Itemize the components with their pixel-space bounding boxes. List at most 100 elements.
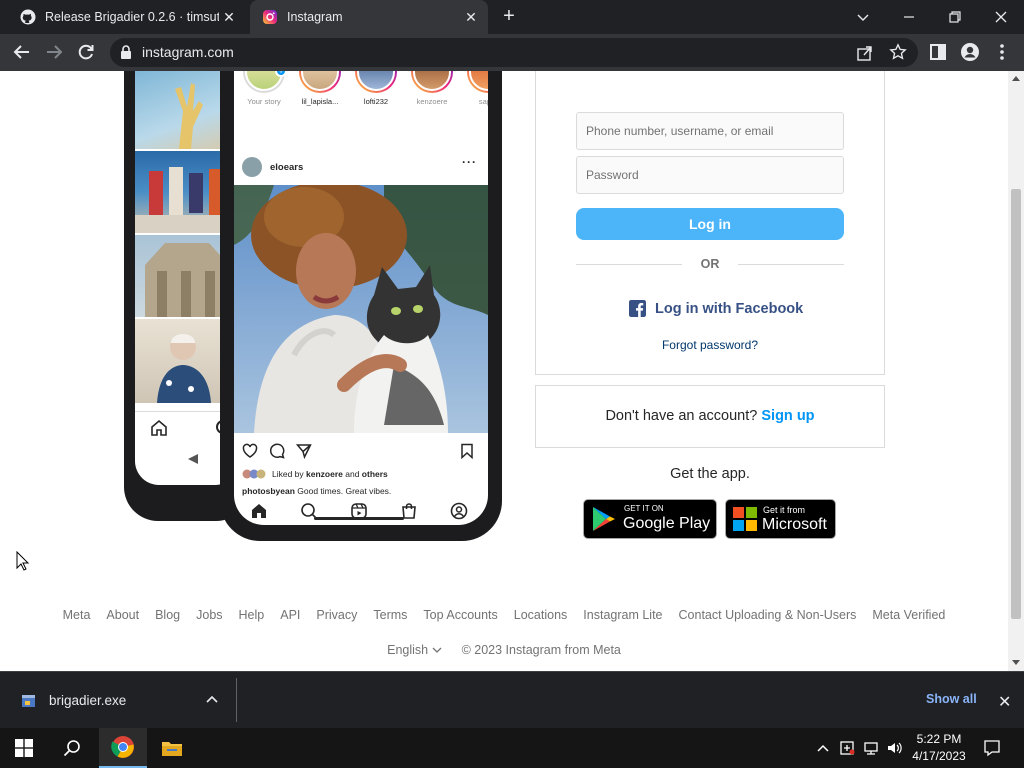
download-shelf: brigadier.exe Show all ✕	[0, 671, 1024, 728]
liker-avatars	[242, 469, 266, 479]
footer-link-terms[interactable]: Terms	[373, 608, 407, 622]
facebook-icon	[629, 300, 646, 317]
close-shelf-icon[interactable]: ✕	[998, 692, 1011, 712]
security-tray-icon[interactable]	[839, 740, 855, 756]
bookmark-star-icon[interactable]	[889, 43, 907, 61]
footer-link-meta[interactable]: Meta	[63, 608, 91, 622]
facebook-login-label: Log in with Facebook	[655, 300, 804, 317]
username-input[interactable]	[576, 112, 844, 150]
liked-prefix: Liked by	[272, 469, 307, 479]
browser-toolbar: instagram.com	[0, 34, 1024, 71]
executable-file-icon	[22, 695, 35, 707]
profile-tab-icon	[450, 502, 468, 520]
home-icon	[252, 504, 266, 518]
share-icon[interactable]	[856, 44, 874, 62]
home-icon	[151, 419, 167, 436]
url-text[interactable]: instagram.com	[142, 44, 234, 60]
profile-icon[interactable]	[960, 42, 980, 62]
chevron-down-icon	[432, 647, 442, 653]
footer-link-blog[interactable]: Blog	[155, 608, 180, 622]
home-indicator	[314, 517, 404, 520]
menu-icon[interactable]	[992, 42, 1012, 62]
language-selector[interactable]: English	[387, 643, 442, 657]
story-label: kenzoere	[416, 97, 448, 106]
microsoft-store-badge[interactable]: Get it from Microsoft	[725, 499, 836, 539]
footer-link-meta-verified[interactable]: Meta Verified	[872, 608, 945, 622]
divider	[576, 264, 682, 265]
footer-link-about[interactable]: About	[106, 608, 139, 622]
likes-line: Liked by kenzoere and others	[242, 469, 388, 479]
or-divider-label: OR	[700, 257, 720, 271]
chevron-up-icon[interactable]	[206, 694, 218, 704]
close-window-icon[interactable]	[990, 6, 1012, 28]
footer-link-top-accounts[interactable]: Top Accounts	[423, 608, 497, 622]
forward-icon[interactable]	[44, 42, 64, 62]
story-item: kenzoere	[406, 71, 458, 106]
password-input[interactable]	[576, 156, 844, 194]
phone-screen-front: Your story + lil_lapisla... lofti232 ken…	[234, 71, 488, 525]
show-hidden-icons-icon[interactable]	[815, 740, 831, 756]
minimize-icon[interactable]	[898, 6, 920, 28]
microsoft-logo-icon	[733, 507, 757, 531]
close-tab-icon[interactable]: ✕	[464, 9, 478, 26]
story-item: lofti232	[350, 71, 402, 106]
close-tab-icon[interactable]: ✕	[222, 9, 236, 26]
login-button[interactable]: Log in	[576, 208, 844, 240]
system-clock[interactable]: 5:22 PM 4/17/2023	[906, 731, 972, 765]
forgot-password-link[interactable]: Forgot password?	[536, 338, 884, 352]
footer-link-privacy[interactable]: Privacy	[316, 608, 357, 622]
download-file-name[interactable]: brigadier.exe	[49, 693, 126, 708]
lock-icon[interactable]	[120, 45, 132, 59]
microsoft-small-text: Get it from	[763, 505, 806, 515]
mouse-cursor-icon	[16, 551, 30, 571]
liked-user: kenzoere	[306, 469, 343, 479]
footer-links: Meta About Blog Jobs Help API Privacy Te…	[0, 608, 1008, 622]
signup-prompt: Don't have an account?	[605, 408, 762, 424]
scroll-up-icon[interactable]	[1012, 76, 1020, 81]
footer-link-contact-uploading[interactable]: Contact Uploading & Non-Users	[679, 608, 857, 622]
restore-icon[interactable]	[944, 6, 966, 28]
share-post-icon	[296, 444, 312, 459]
footer-link-instagram-lite[interactable]: Instagram Lite	[583, 608, 662, 622]
login-card: Log in OR Log in with Facebook Forgot pa…	[535, 71, 885, 375]
volume-icon[interactable]	[886, 740, 902, 756]
side-panel-icon[interactable]	[928, 42, 948, 62]
notifications-icon[interactable]	[983, 739, 1001, 757]
scrollbar-thumb[interactable]	[1011, 189, 1021, 619]
google-play-big-text: Google Play	[623, 515, 711, 532]
start-button[interactable]	[0, 728, 48, 768]
tab-instagram[interactable]: Instagram ✕	[250, 0, 488, 34]
windows-taskbar: 5:22 PM 4/17/2023	[0, 728, 1024, 768]
new-tab-button[interactable]: +	[498, 6, 520, 28]
back-icon[interactable]	[12, 42, 32, 62]
phone-mockup-front: Your story + lil_lapisla... lofti232 ken…	[220, 71, 502, 541]
folder-icon	[162, 742, 182, 756]
get-app-label: Get the app.	[670, 466, 750, 482]
instagram-icon	[263, 10, 277, 24]
footer-link-jobs[interactable]: Jobs	[196, 608, 222, 622]
taskbar-chrome[interactable]	[99, 728, 147, 768]
more-options-icon: ···	[462, 155, 477, 169]
story-label: lofti232	[363, 97, 389, 106]
tab-brigadier[interactable]: Release Brigadier 0.2.6 · timsutton/brig…	[8, 0, 246, 34]
footer-link-help[interactable]: Help	[239, 608, 265, 622]
address-bar[interactable]: instagram.com	[110, 38, 918, 67]
clock-date: 4/17/2023	[912, 749, 966, 763]
page-scrollbar[interactable]	[1008, 71, 1024, 671]
facebook-login-link[interactable]: Log in with Facebook	[629, 300, 803, 317]
footer-link-locations[interactable]: Locations	[514, 608, 568, 622]
heart-icon	[242, 443, 258, 458]
network-icon[interactable]	[863, 740, 879, 756]
liked-mid: and	[342, 469, 362, 479]
taskbar-file-explorer[interactable]	[148, 728, 196, 768]
taskbar-search-button[interactable]	[48, 728, 96, 768]
reload-icon[interactable]	[76, 42, 96, 62]
signup-link[interactable]: Sign up	[761, 408, 814, 424]
show-all-downloads-button[interactable]: Show all	[926, 692, 977, 706]
divider	[738, 264, 844, 265]
google-play-badge[interactable]: GET IT ON Google Play	[583, 499, 717, 539]
footer-link-api[interactable]: API	[280, 608, 300, 622]
scroll-down-icon[interactable]	[1012, 660, 1020, 665]
tab-search-icon[interactable]	[852, 6, 874, 28]
copyright: © 2023 Instagram from Meta	[461, 643, 621, 657]
